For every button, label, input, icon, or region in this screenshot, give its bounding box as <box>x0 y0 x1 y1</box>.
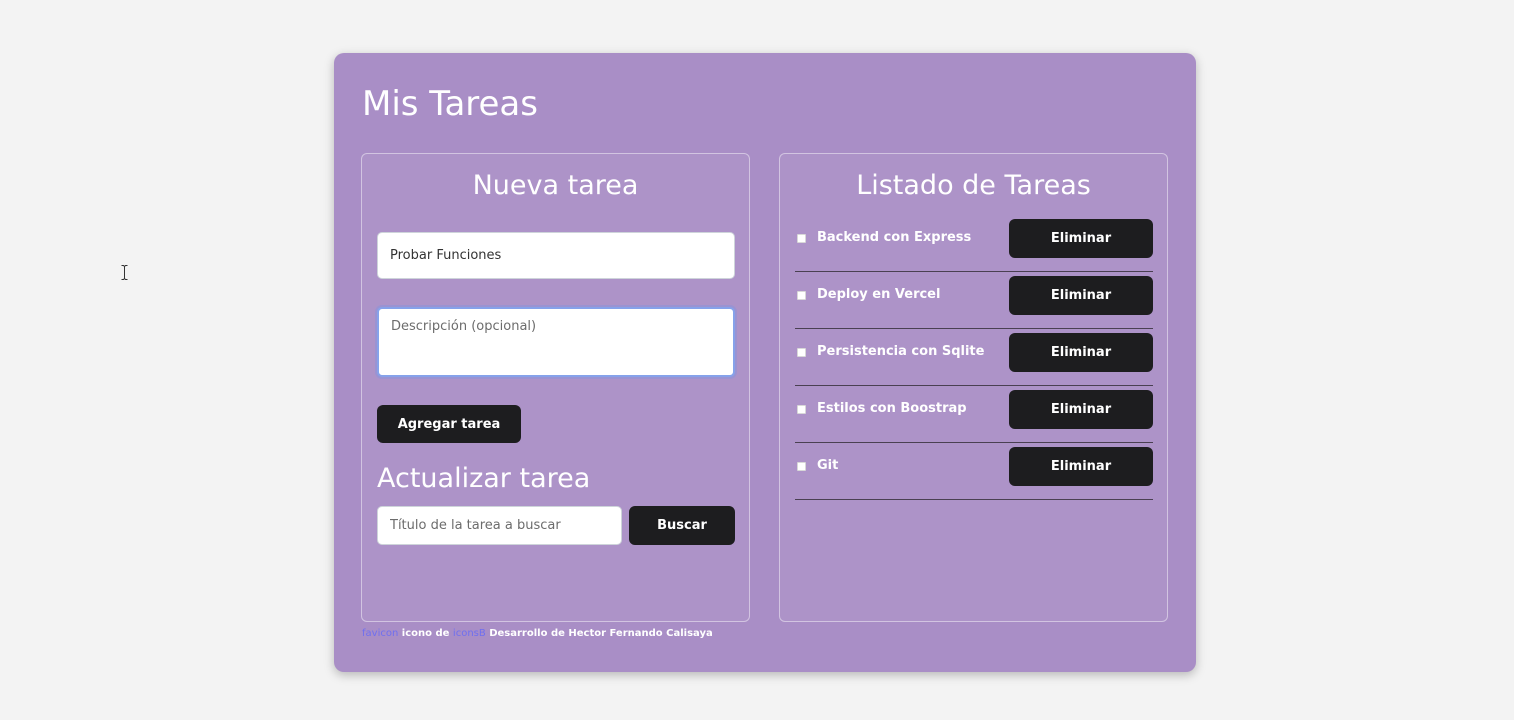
task-checkbox[interactable] <box>797 348 806 357</box>
app-title: Mis Tareas <box>362 84 538 124</box>
delete-task-button[interactable]: Eliminar <box>1009 447 1153 486</box>
task-item: Backend con Express Eliminar <box>795 215 1153 272</box>
task-label: Estilos con Boostrap <box>817 401 967 416</box>
task-title-input[interactable] <box>377 232 735 279</box>
delete-task-button[interactable]: Eliminar <box>1009 219 1153 258</box>
task-list-heading: Listado de Tareas <box>856 170 1091 201</box>
task-item: Deploy en Vercel Eliminar <box>795 272 1153 329</box>
task-list-panel: Listado de Tareas Backend con Express El… <box>779 153 1168 622</box>
task-label: Backend con Express <box>817 230 972 245</box>
task-item: Estilos con Boostrap Eliminar <box>795 386 1153 443</box>
text-cursor-icon <box>121 265 128 280</box>
task-checkbox[interactable] <box>797 234 806 243</box>
search-button[interactable]: Buscar <box>629 506 735 545</box>
footer-credit-text: Desarrollo de Hector Fernando Calisaya <box>489 628 713 639</box>
delete-task-button[interactable]: Eliminar <box>1009 390 1153 429</box>
task-item: Git Eliminar <box>795 443 1153 500</box>
favicon-link[interactable]: favicon <box>362 628 398 639</box>
search-task-input[interactable] <box>377 506 622 545</box>
task-checkbox[interactable] <box>797 291 806 300</box>
task-checkbox[interactable] <box>797 462 806 471</box>
new-task-heading: Nueva tarea <box>472 170 639 201</box>
delete-task-button[interactable]: Eliminar <box>1009 333 1153 372</box>
footer-icon-text: icono de <box>401 628 450 639</box>
task-label: Deploy en Vercel <box>817 287 941 302</box>
new-task-panel: Nueva tarea Agregar tarea Actualizar tar… <box>361 153 750 622</box>
footer-credits: favicon icono de iconsB Desarrollo de He… <box>362 627 713 641</box>
delete-task-button[interactable]: Eliminar <box>1009 276 1153 315</box>
icon-source-link[interactable]: iconsB <box>453 628 486 639</box>
update-task-heading: Actualizar tarea <box>377 463 591 494</box>
task-item: Persistencia con Sqlite Eliminar <box>795 329 1153 386</box>
task-label: Git <box>817 458 839 473</box>
task-checkbox[interactable] <box>797 405 806 414</box>
add-task-button[interactable]: Agregar tarea <box>377 405 521 443</box>
task-list: Backend con Express Eliminar Deploy en V… <box>795 215 1153 500</box>
task-description-textarea[interactable] <box>377 307 735 377</box>
task-label: Persistencia con Sqlite <box>817 344 985 359</box>
app-card: Mis Tareas Nueva tarea Agregar tarea Act… <box>334 53 1196 672</box>
